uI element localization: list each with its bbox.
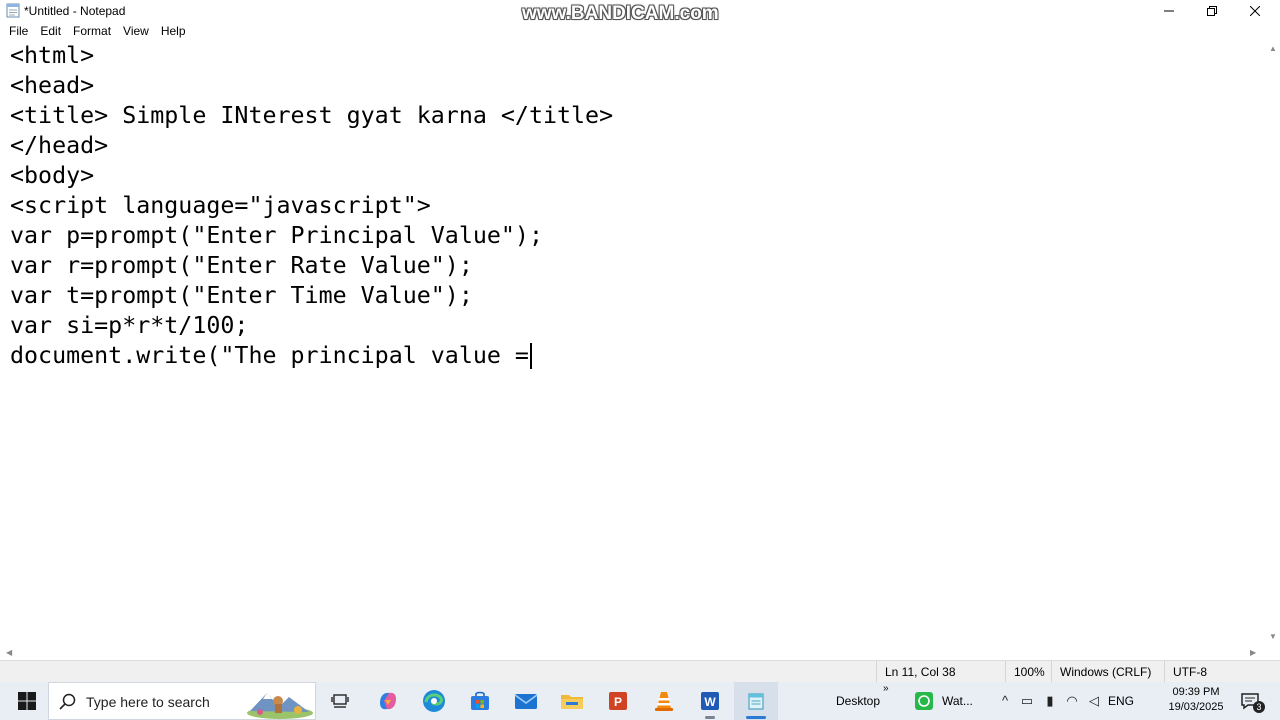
minimize-icon [1164,10,1174,11]
clock-time: 09:39 PM [1172,686,1220,698]
title-bar[interactable]: *Untitled - Notepad www.BANDICAM.com [0,0,1280,24]
notepad-taskbar-icon [748,693,764,710]
vertical-scrollbar[interactable]: ▲ ▼ [1265,41,1280,646]
restore-button[interactable] [1190,0,1234,21]
encoding: UTF-8 [1164,661,1280,683]
code-line: <script language="javascript"> [10,192,431,219]
mail-button[interactable] [512,687,540,715]
active-indicator [746,716,766,719]
notification-badge: 3 [1253,701,1265,713]
line-ending: Windows (CRLF) [1051,661,1164,683]
chevron-up-icon[interactable]: ^ [997,693,1013,709]
close-icon [1250,5,1260,16]
menu-format[interactable]: Format [67,24,117,38]
zoom-level: 100% [1005,661,1051,683]
whatsapp-label[interactable]: Wat... [942,694,973,708]
start-button[interactable] [8,682,46,720]
status-bar: Ln 11, Col 38 100% Windows (CRLF) UTF-8 [0,660,1280,683]
search-placeholder: Type here to search [86,694,210,710]
battery-icon[interactable]: ▮ [1042,693,1058,709]
notepad-icon [6,3,20,18]
toolbar-overflow-icon[interactable]: » [883,683,889,694]
notepad-taskbar-icon-wrap [742,687,770,715]
scroll-down-icon[interactable]: ▼ [1269,632,1277,641]
menu-help[interactable]: Help [155,24,192,38]
wifi-icon[interactable]: ◠ [1064,693,1080,709]
task-view-button[interactable] [326,687,354,715]
notepad-window: *Untitled - Notepad www.BANDICAM.com Fil… [0,0,1280,683]
horizontal-scrollbar[interactable]: ◀ ▶ [0,646,1265,660]
whatsapp-icon [915,692,933,710]
vlc-icon [655,692,673,711]
desktop-toolbar[interactable]: Desktop [836,694,880,708]
vlc-button[interactable] [650,687,678,715]
windows-icon [18,692,36,710]
meet-icon[interactable]: ▭ [1019,693,1035,709]
svg-text:P: P [614,695,622,709]
task-view-icon [331,694,349,708]
scroll-up-icon[interactable]: ▲ [1269,44,1277,53]
notepad-taskbar-button[interactable] [734,682,778,720]
whatsapp-button[interactable] [910,687,938,715]
edge-icon [423,690,445,712]
powerpoint-icon: P [609,692,627,710]
code-line: document.write("The principal value = [10,342,529,369]
code-line: <html> [10,42,95,69]
file-explorer-button[interactable] [558,687,586,715]
code-line: var p=prompt("Enter Principal Value"); [10,222,543,249]
code-line: <head> [10,72,95,99]
clock-date: 19/03/2025 [1168,701,1224,713]
code-line: var si=p*r*t/100; [10,312,249,339]
code-line: </head> [10,132,109,159]
volume-icon[interactable]: ◁ [1086,693,1102,709]
notification-button[interactable]: 3 [1236,687,1265,715]
close-button[interactable] [1233,0,1277,21]
copilot-icon [380,692,396,710]
store-button[interactable] [466,687,494,715]
search-icon [59,693,76,710]
menu-edit[interactable]: Edit [34,24,67,38]
running-indicator [705,716,715,719]
folder-icon [561,695,583,709]
menu-bar: File Edit Format View Help [0,21,1280,41]
code-line: var r=prompt("Enter Rate Value"); [10,252,473,279]
text-editor[interactable]: <html> <head> <title> Simple INterest gy… [0,41,1265,646]
word-button[interactable]: W [696,687,724,719]
code-line: var t=prompt("Enter Time Value"); [10,282,473,309]
svg-text:W: W [704,695,716,709]
restore-icon [1207,5,1217,16]
search-highlight-icon [247,693,313,719]
word-icon: W [701,692,719,710]
scroll-left-icon[interactable]: ◀ [6,648,12,657]
powerpoint-button[interactable]: P [604,687,632,715]
language-indicator[interactable]: ENG [1108,694,1134,708]
menu-view[interactable]: View [117,24,155,38]
scroll-right-icon[interactable]: ▶ [1250,648,1256,657]
copilot-button[interactable] [374,687,402,715]
menu-file[interactable]: File [3,24,34,38]
mail-icon [514,694,538,709]
scroll-corner [1265,646,1280,660]
minimize-button[interactable] [1147,0,1191,21]
store-icon [471,691,489,710]
cursor-position: Ln 11, Col 38 [876,661,1003,683]
code-line: <title> Simple INterest gyat karna </tit… [10,102,614,129]
code-line: <body> [10,162,95,189]
taskbar-search[interactable]: Type here to search [48,682,316,720]
window-title: *Untitled - Notepad [24,4,126,18]
text-caret [530,343,532,369]
taskbar-clock[interactable]: 09:39 PM 19/03/2025 [1166,685,1226,715]
taskbar: Type here to search P W Desktop » Wat...… [0,682,1280,720]
edge-browser-button[interactable] [420,687,448,715]
